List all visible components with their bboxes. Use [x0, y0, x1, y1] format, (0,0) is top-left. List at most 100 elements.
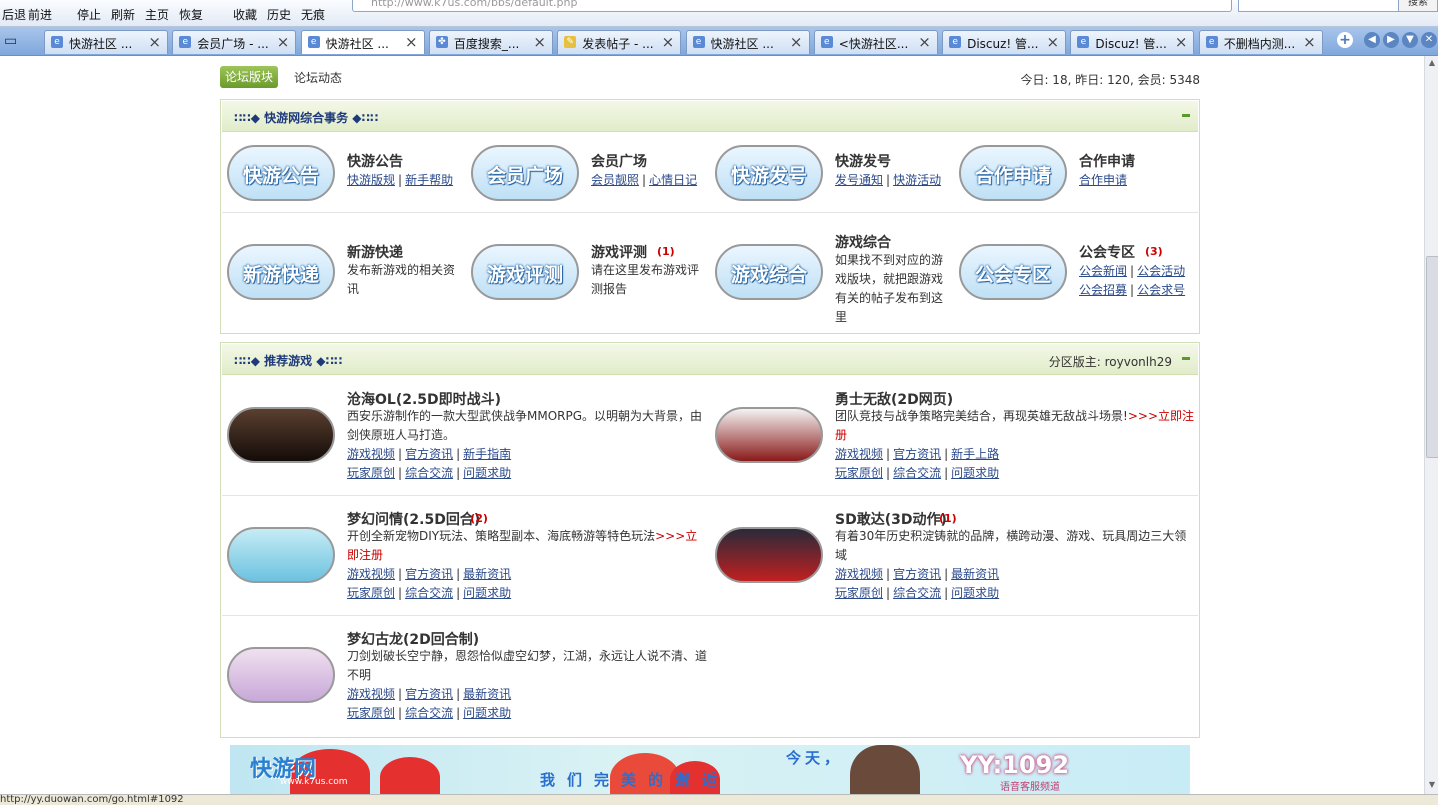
forum-title[interactable]: 游戏综合	[835, 232, 891, 252]
close-icon[interactable]: ×	[918, 33, 931, 51]
forum-logo-6[interactable]: 游戏综合	[715, 244, 823, 300]
game-sublink[interactable]: 问题求助	[951, 466, 999, 480]
game-sublink[interactable]: 游戏视频	[347, 447, 395, 461]
game-sublink[interactable]: 新手上路	[951, 447, 999, 461]
tab-4[interactable]: ✎ 发表帖子 - ... ×	[557, 30, 682, 54]
collapse-icon[interactable]	[1182, 357, 1190, 360]
tab-7[interactable]: e Discuz! 管... ×	[942, 30, 1067, 54]
home-button[interactable]: 主页	[145, 6, 169, 23]
game-title[interactable]: 梦幻问情(2.5D回合)	[347, 509, 480, 529]
tab-5[interactable]: e 快游社区 ... ×	[685, 30, 810, 54]
game-sublink[interactable]: 问题求助	[463, 466, 511, 480]
game-sublink[interactable]: 游戏视频	[347, 687, 395, 701]
forum-title[interactable]: 新游快递	[347, 242, 403, 262]
game-sublink[interactable]: 综合交流	[893, 586, 941, 600]
game-title[interactable]: SD敢达(3D动作)	[835, 509, 947, 529]
forum-title[interactable]: 快游公告	[347, 151, 403, 171]
game-sublink[interactable]: 官方资讯	[405, 687, 453, 701]
scroll-down-icon[interactable]: ▼	[1427, 780, 1437, 790]
game-sublink[interactable]: 最新资讯	[463, 567, 511, 581]
collapse-icon[interactable]	[1182, 114, 1190, 117]
close-icon[interactable]: ×	[277, 33, 290, 51]
search-input[interactable]	[1238, 0, 1414, 12]
back-button[interactable]: 后退	[2, 6, 26, 23]
forum-title[interactable]: 会员广场	[591, 151, 647, 171]
close-icon[interactable]: ×	[533, 33, 546, 51]
forum-sublink[interactable]: 新手帮助	[405, 173, 453, 187]
forum-title[interactable]: 合作申请	[1079, 151, 1135, 171]
game-sublink[interactable]: 官方资讯	[405, 447, 453, 461]
forum-logo-2[interactable]: 快游发号	[715, 145, 823, 201]
search-button[interactable]: 搜索	[1398, 0, 1438, 12]
game-sublink[interactable]: 游戏视频	[835, 447, 883, 461]
game-sublink[interactable]: 游戏视频	[347, 567, 395, 581]
forum-logo-1[interactable]: 会员广场	[471, 145, 579, 201]
game-title[interactable]: 沧海OL(2.5D即时战斗)	[347, 389, 501, 409]
game-sublink[interactable]: 官方资讯	[405, 567, 453, 581]
tab-0[interactable]: e 快游社区 ... ×	[44, 30, 168, 54]
game-sublink[interactable]: 综合交流	[405, 586, 453, 600]
tab-scroll-right-icon[interactable]: ▶	[1383, 32, 1399, 48]
forum-title[interactable]: 公会专区	[1079, 242, 1135, 262]
forum-sublink[interactable]: 公会活动	[1137, 264, 1185, 278]
close-icon[interactable]: ×	[790, 33, 803, 51]
forum-logo-4[interactable]: 新游快递	[227, 244, 335, 300]
forum-sublink[interactable]: 合作申请	[1079, 173, 1127, 187]
vertical-scrollbar[interactable]: ▲ ▼	[1424, 56, 1438, 794]
private-mode-button[interactable]: 无痕	[301, 6, 325, 23]
game-sublink[interactable]: 最新资讯	[951, 567, 999, 581]
game-sublink[interactable]: 玩家原创	[347, 466, 395, 480]
tab-list-icon[interactable]: ▭	[4, 33, 22, 49]
refresh-button[interactable]: 刷新	[111, 6, 135, 23]
new-tab-icon[interactable]: +	[1337, 32, 1353, 48]
game-sublink[interactable]: 新手指南	[463, 447, 511, 461]
game-sublink[interactable]: 综合交流	[893, 466, 941, 480]
forum-sublink[interactable]: 快游版规	[347, 173, 395, 187]
game-sublink[interactable]: 官方资讯	[893, 447, 941, 461]
forum-sublink[interactable]: 心情日记	[649, 173, 697, 187]
tab-8[interactable]: e Discuz! 管... ×	[1070, 30, 1195, 54]
tab-dropdown-icon[interactable]: ▼	[1402, 32, 1418, 48]
forum-dynamic-link[interactable]: 论坛动态	[294, 69, 342, 86]
forum-logo-0[interactable]: 快游公告	[227, 145, 335, 201]
game-sublink[interactable]: 官方资讯	[893, 567, 941, 581]
game-sublink[interactable]: 玩家原创	[835, 466, 883, 480]
stop-button[interactable]: 停止	[77, 6, 101, 23]
game-sublink[interactable]: 玩家原创	[835, 586, 883, 600]
close-all-icon[interactable]: ✕	[1421, 32, 1437, 48]
game-logo-2[interactable]	[227, 527, 335, 583]
game-sublink[interactable]: 问题求助	[463, 706, 511, 720]
tab-1[interactable]: e 会员广场 - ... ×	[172, 30, 297, 54]
tab-9[interactable]: e 不删档内测... ×	[1198, 30, 1323, 54]
favorites-button[interactable]: 收藏	[233, 6, 257, 23]
close-icon[interactable]: ×	[1303, 33, 1316, 51]
tab-2[interactable]: e 快游社区 ... ×	[300, 30, 425, 54]
forward-button[interactable]: 前进	[28, 6, 52, 23]
tab-6[interactable]: e <快游社区... ×	[813, 30, 938, 54]
game-sublink[interactable]: 问题求助	[463, 586, 511, 600]
address-bar[interactable]: http://www.k7us.com/bbs/default.php	[352, 0, 1232, 12]
scroll-up-icon[interactable]: ▲	[1427, 58, 1437, 68]
game-title[interactable]: 勇士无敌(2D网页)	[835, 389, 953, 409]
forum-sections-button[interactable]: 论坛版块	[220, 66, 278, 88]
forum-title[interactable]: 快游发号	[835, 151, 891, 171]
game-sublink[interactable]: 问题求助	[951, 586, 999, 600]
game-sublink[interactable]: 游戏视频	[835, 567, 883, 581]
game-sublink[interactable]: 玩家原创	[347, 706, 395, 720]
history-button[interactable]: 历史	[267, 6, 291, 23]
game-title[interactable]: 梦幻古龙(2D回合制)	[347, 629, 479, 649]
close-icon[interactable]: ×	[1175, 33, 1188, 51]
scrollbar-thumb[interactable]	[1426, 256, 1438, 458]
game-logo-4[interactable]	[227, 647, 335, 703]
forum-logo-3[interactable]: 合作申请	[959, 145, 1067, 201]
tab-3[interactable]: ✤ 百度搜索_... ×	[428, 30, 553, 54]
forum-title[interactable]: 游戏评测	[591, 242, 647, 262]
game-logo-1[interactable]	[715, 407, 823, 463]
forum-logo-5[interactable]: 游戏评测	[471, 244, 579, 300]
forum-logo-7[interactable]: 公会专区	[959, 244, 1067, 300]
restore-button[interactable]: 恢复	[179, 6, 203, 23]
forum-sublink[interactable]: 公会求号	[1137, 283, 1185, 297]
game-logo-3[interactable]	[715, 527, 823, 583]
close-icon[interactable]: ×	[1047, 33, 1060, 51]
close-icon[interactable]: ×	[405, 33, 418, 51]
